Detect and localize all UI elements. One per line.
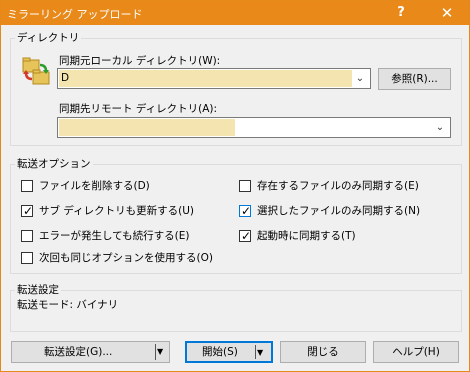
remote-directory-combo[interactable]: ⌄	[57, 117, 451, 138]
dropdown-arrow-icon[interactable]: ▼	[157, 342, 171, 362]
checkbox-box[interactable]	[21, 230, 33, 242]
transfer-settings-group-label: 転送設定	[15, 282, 61, 297]
transfer-settings-button[interactable]: 転送設定(G)... ▼	[11, 341, 170, 363]
checkbox-box[interactable]: ✓	[239, 204, 252, 218]
checkbox-box[interactable]	[239, 180, 251, 192]
close-title-button[interactable]: ✕	[435, 3, 459, 23]
start-button[interactable]: 開始(S) ▼	[185, 341, 273, 363]
close-button[interactable]: 閉じる	[280, 341, 366, 363]
help-button[interactable]: ヘルプ(H)	[373, 341, 459, 363]
remote-directory-label: 同期先リモート ディレクトリ(A):	[59, 103, 218, 115]
title-bar: ミラーリング アップロード ? ✕	[1, 1, 469, 25]
help-title-button[interactable]: ?	[389, 3, 413, 23]
local-directory-combo[interactable]: D ⌄	[57, 68, 371, 89]
checkbox-box[interactable]	[21, 180, 33, 192]
chevron-down-icon[interactable]: ⌄	[432, 119, 448, 136]
browse-button[interactable]: 参照(R)...	[378, 68, 451, 90]
check-icon: ✓	[241, 229, 252, 243]
local-directory-value: D	[61, 72, 70, 84]
transfer-mode-text: 転送モード: バイナリ	[17, 299, 119, 311]
folder-sync-icon	[21, 56, 51, 86]
dropdown-arrow-icon[interactable]: ▼	[257, 343, 271, 363]
check-icon: ✓	[23, 204, 34, 218]
checkbox-box[interactable]: ✓	[21, 204, 34, 218]
chevron-down-icon[interactable]: ⌄	[352, 70, 368, 87]
directory-group-label: ディレクトリ	[15, 30, 82, 45]
window-title: ミラーリング アップロード	[7, 8, 143, 21]
local-directory-label: 同期元ローカル ディレクトリ(W):	[59, 55, 221, 67]
transfer-options-group-label: 転送オプション	[15, 156, 93, 171]
check-icon: ✓	[241, 204, 252, 218]
checkbox-box[interactable]: ✓	[239, 229, 252, 243]
transfer-settings-button-label: 転送設定(G)...	[44, 346, 113, 358]
checkbox-box[interactable]	[21, 252, 33, 264]
start-button-label: 開始(S)	[202, 346, 238, 358]
mirroring-upload-dialog: ミラーリング アップロード ? ✕ ディレクトリ 同期元ローカル ディレクトリ(…	[0, 0, 470, 372]
